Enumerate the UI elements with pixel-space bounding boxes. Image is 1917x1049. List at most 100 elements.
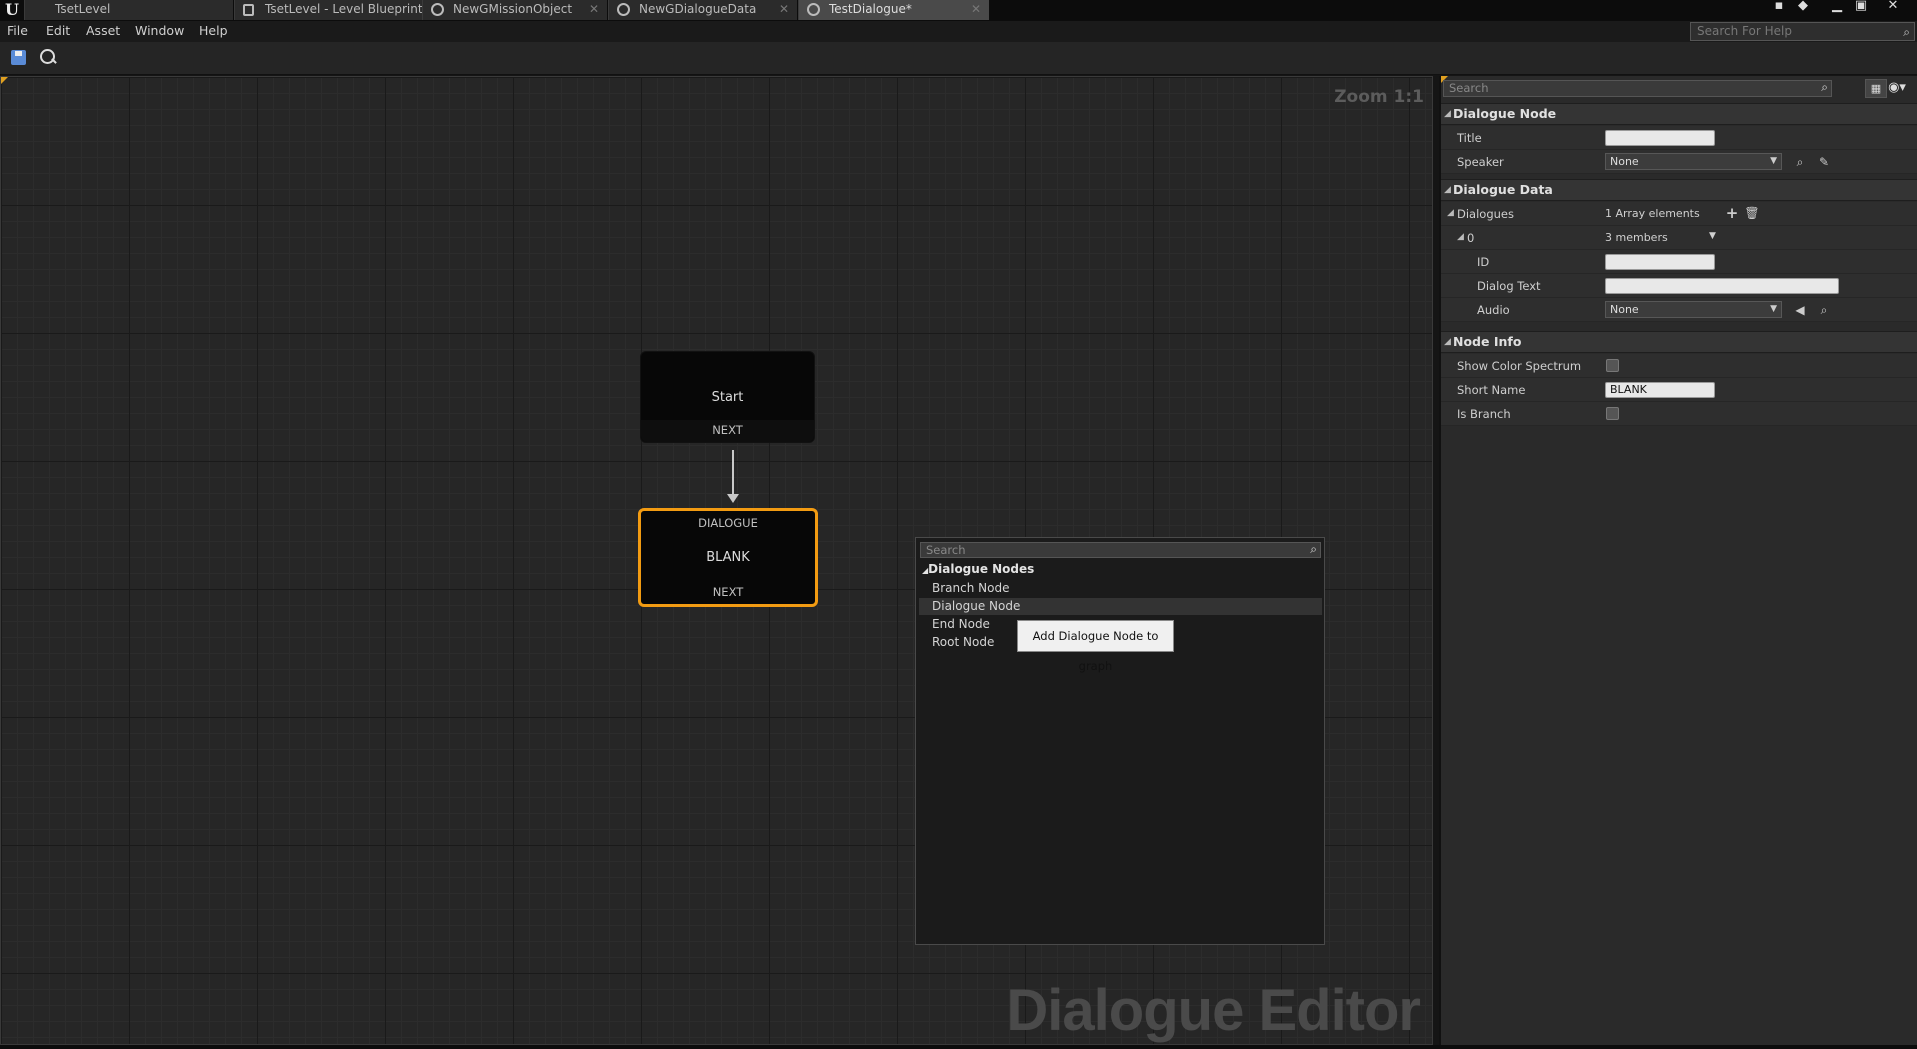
section-title: Dialogue Node bbox=[1453, 106, 1557, 121]
view-options-eye-icon[interactable]: ◉▾ bbox=[1885, 80, 1909, 96]
section-dialogue-data[interactable]: ◢ Dialogue Data bbox=[1441, 179, 1917, 201]
menu-edit[interactable]: Edit bbox=[46, 23, 70, 38]
save-icon[interactable] bbox=[8, 47, 30, 69]
tooltip: Add Dialogue Node to graph bbox=[1017, 620, 1174, 673]
next-pin[interactable]: NEXT bbox=[641, 423, 814, 437]
unreal-logo-icon: U bbox=[5, 0, 19, 19]
browse-search-icon[interactable]: ⌕ bbox=[1792, 154, 1808, 170]
prop-label-dialog-text: Dialog Text bbox=[1477, 279, 1541, 293]
close-icon[interactable]: ✕ bbox=[589, 0, 599, 19]
prop-row-audio: Audio None ▼ ◀ ⌕ bbox=[1441, 298, 1917, 322]
maximize-icon[interactable]: ▣ bbox=[1850, 0, 1872, 14]
context-item-dialogue-node[interactable]: Dialogue Node bbox=[919, 598, 1322, 615]
prop-row-dialogues: ◢ Dialogues 1 Array elements + 🗑 bbox=[1441, 202, 1917, 226]
tab-label: NewGDialogueData bbox=[639, 2, 757, 16]
short-name-field[interactable]: BLANK bbox=[1605, 382, 1715, 398]
collapse-arrow-icon: ◢ bbox=[1444, 337, 1451, 347]
add-node-context-menu: Search ⌕ ◢Dialogue Nodes Branch Node Dia… bbox=[915, 537, 1325, 945]
section-dialogue-node[interactable]: ◢ Dialogue Node bbox=[1441, 103, 1917, 125]
asset-circle-icon bbox=[807, 3, 820, 16]
find-in-content-browser-icon[interactable] bbox=[37, 47, 59, 69]
close-icon[interactable]: ✕ bbox=[971, 0, 981, 19]
dialogues-array-count: 1 Array elements bbox=[1605, 207, 1700, 220]
show-color-spectrum-checkbox[interactable] bbox=[1606, 359, 1619, 372]
collapse-arrow-icon: ◢ bbox=[1444, 109, 1451, 119]
next-pin[interactable]: NEXT bbox=[641, 585, 815, 599]
property-matrix-icon[interactable]: ▦ bbox=[1865, 79, 1887, 98]
speaker-value: None bbox=[1610, 155, 1639, 168]
zoom-level: Zoom 1:1 bbox=[1334, 87, 1424, 107]
connection-arrow-icon bbox=[727, 494, 739, 503]
learn-icon[interactable]: ◆ bbox=[1792, 0, 1814, 14]
section-node-info[interactable]: ◢ Node Info bbox=[1441, 331, 1917, 353]
browse-search-icon[interactable]: ⌕ bbox=[1816, 302, 1832, 318]
menu-bar: File Edit Asset Window Help bbox=[0, 21, 1917, 42]
context-search-input[interactable]: Search ⌕ bbox=[920, 542, 1321, 558]
collapse-arrow-icon[interactable]: ◢ bbox=[1447, 208, 1454, 218]
prop-row-short-name: Short Name BLANK bbox=[1441, 378, 1917, 402]
prop-row-dialog-text: Dialog Text bbox=[1441, 274, 1917, 298]
toolbar bbox=[0, 42, 1917, 75]
menu-window[interactable]: Window bbox=[135, 23, 184, 38]
prop-label-speaker: Speaker bbox=[1457, 155, 1504, 169]
status-strip bbox=[0, 1045, 1917, 1049]
tab-label: NewGMissionObject bbox=[453, 2, 573, 16]
details-search-placeholder: Search bbox=[1449, 81, 1489, 95]
use-selected-arrow-icon[interactable]: ◀ bbox=[1792, 302, 1808, 318]
section-title: Dialogue Data bbox=[1453, 182, 1553, 197]
audio-value: None bbox=[1610, 303, 1639, 316]
search-icon: ⌕ bbox=[1821, 80, 1828, 94]
tab-label: TsetLevel bbox=[55, 2, 111, 16]
prop-label-audio: Audio bbox=[1477, 303, 1510, 317]
prop-label-dialogues: Dialogues bbox=[1457, 207, 1514, 221]
chat-icon[interactable]: ▪ bbox=[1768, 0, 1790, 14]
chevron-down-icon: ▼ bbox=[1770, 156, 1777, 166]
connection-wire bbox=[732, 450, 734, 498]
menu-file[interactable]: File bbox=[7, 23, 28, 38]
minimize-icon[interactable]: ▁ bbox=[1826, 0, 1848, 14]
node-type: DIALOGUE bbox=[698, 516, 758, 530]
dialogue-node-selected[interactable]: DIALOGUE BLANK NEXT bbox=[638, 508, 818, 607]
details-panel: Search ⌕ ▦ ◉▾ ◢ Dialogue Node Title Spea… bbox=[1439, 76, 1917, 1045]
context-item-branch-node[interactable]: Branch Node bbox=[919, 580, 1322, 597]
tab-label: TsetLevel - Level Blueprint bbox=[265, 2, 423, 16]
dialog-text-field[interactable] bbox=[1605, 278, 1839, 294]
context-search-placeholder: Search bbox=[926, 543, 966, 557]
tab-newgmissionobject[interactable]: NewGMissionObject ✕ bbox=[422, 0, 608, 20]
tab-tsetlevel[interactable]: TsetLevel bbox=[24, 0, 234, 20]
element-members: 3 members bbox=[1605, 231, 1668, 244]
tab-level-blueprint[interactable]: TsetLevel - Level Blueprint bbox=[234, 0, 429, 20]
menu-help[interactable]: Help bbox=[199, 23, 228, 38]
asset-circle-icon bbox=[431, 3, 444, 16]
prop-row-title: Title bbox=[1441, 126, 1917, 150]
chevron-down-icon[interactable]: ▼ bbox=[1709, 231, 1716, 241]
close-icon[interactable]: ✕ bbox=[779, 0, 789, 19]
eyedropper-icon[interactable]: ✎ bbox=[1816, 154, 1832, 170]
close-window-icon[interactable]: ✕ bbox=[1882, 0, 1904, 14]
help-search-placeholder: Search For Help bbox=[1697, 24, 1792, 38]
menu-asset[interactable]: Asset bbox=[86, 23, 120, 38]
tab-newgdialoguedata[interactable]: NewGDialogueData ✕ bbox=[608, 0, 798, 20]
prop-label-show-color-spectrum: Show Color Spectrum bbox=[1457, 359, 1582, 373]
details-search-input[interactable]: Search ⌕ bbox=[1443, 80, 1832, 97]
prop-label-title: Title bbox=[1457, 131, 1482, 145]
start-node[interactable]: Start NEXT bbox=[640, 351, 815, 443]
id-field[interactable] bbox=[1605, 254, 1715, 270]
collapse-arrow-icon: ◢ bbox=[1444, 185, 1451, 195]
trash-icon[interactable]: 🗑 bbox=[1744, 205, 1760, 221]
add-element-icon[interactable]: + bbox=[1724, 205, 1740, 221]
help-search-input[interactable]: Search For Help ⌕ bbox=[1690, 22, 1915, 41]
search-icon: ⌕ bbox=[1903, 25, 1910, 39]
prop-label-id: ID bbox=[1477, 255, 1490, 269]
tab-testdialogue[interactable]: TestDialogue* ✕ bbox=[798, 0, 990, 20]
prop-row-show-color-spectrum: Show Color Spectrum bbox=[1441, 354, 1917, 378]
audio-dropdown[interactable]: None ▼ bbox=[1605, 301, 1782, 318]
collapse-arrow-icon[interactable]: ◢ bbox=[1457, 232, 1464, 242]
search-icon: ⌕ bbox=[1310, 542, 1317, 556]
title-tab-bar: U TsetLevel TsetLevel - Level Blueprint … bbox=[0, 0, 1917, 21]
context-category-dialogue-nodes[interactable]: ◢Dialogue Nodes bbox=[922, 562, 1034, 576]
is-branch-checkbox[interactable] bbox=[1606, 407, 1619, 420]
title-field[interactable] bbox=[1605, 130, 1715, 146]
speaker-dropdown[interactable]: None ▼ bbox=[1605, 153, 1782, 170]
prop-row-speaker: Speaker None ▼ ⌕ ✎ bbox=[1441, 150, 1917, 174]
